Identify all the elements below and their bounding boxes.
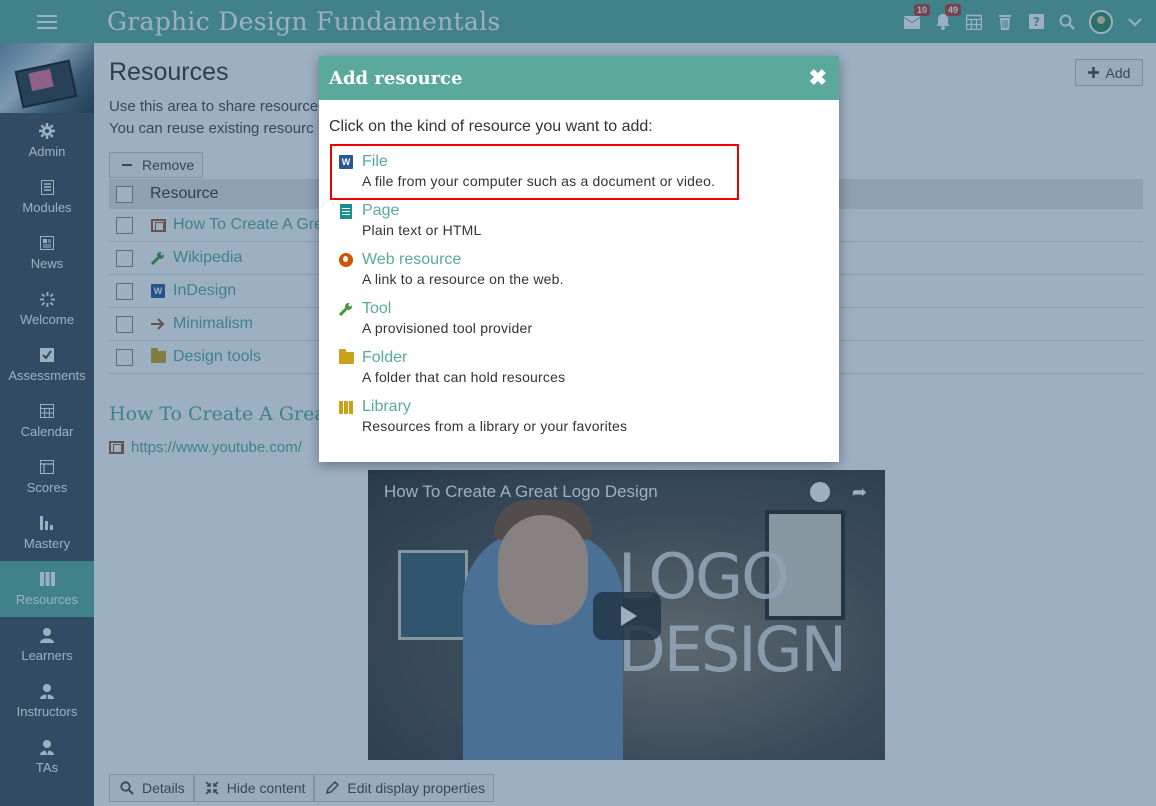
word-file-icon: W bbox=[338, 154, 354, 170]
option-title[interactable]: File bbox=[362, 153, 388, 171]
library-icon bbox=[338, 399, 354, 415]
option-title[interactable]: Tool bbox=[362, 300, 391, 318]
option-description: A provisioned tool provider bbox=[362, 320, 533, 336]
globe-icon bbox=[338, 252, 354, 268]
option-description: Resources from a library or your favorit… bbox=[362, 418, 628, 434]
option-title[interactable]: Folder bbox=[362, 349, 407, 367]
option-title[interactable]: Web resource bbox=[362, 251, 461, 269]
option-title[interactable]: Library bbox=[362, 398, 411, 416]
dialog-prompt: Click on the kind of resource you want t… bbox=[329, 118, 653, 135]
option-description: A folder that can hold resources bbox=[362, 369, 566, 385]
option-file[interactable]: W File A file from your computer such as… bbox=[338, 153, 738, 189]
option-tool[interactable]: Tool A provisioned tool provider bbox=[338, 300, 738, 336]
add-resource-dialog: Add resource ✖ Click on the kind of reso… bbox=[319, 56, 839, 462]
option-title[interactable]: Page bbox=[362, 202, 399, 220]
option-library[interactable]: Library Resources from a library or your… bbox=[338, 398, 738, 434]
option-folder[interactable]: Folder A folder that can hold resources bbox=[338, 349, 738, 385]
wrench-icon bbox=[338, 301, 354, 317]
page-icon bbox=[338, 203, 354, 219]
option-web-resource[interactable]: Web resource A link to a resource on the… bbox=[338, 251, 738, 287]
option-description: A file from your computer such as a docu… bbox=[362, 173, 716, 189]
option-page[interactable]: Page Plain text or HTML bbox=[338, 202, 738, 238]
close-icon[interactable]: ✖ bbox=[809, 67, 827, 89]
option-description: Plain text or HTML bbox=[362, 222, 482, 238]
folder-icon bbox=[338, 349, 354, 366]
dialog-header: Add resource ✖ bbox=[319, 56, 839, 100]
dialog-title: Add resource bbox=[329, 67, 463, 89]
option-description: A link to a resource on the web. bbox=[362, 271, 564, 287]
